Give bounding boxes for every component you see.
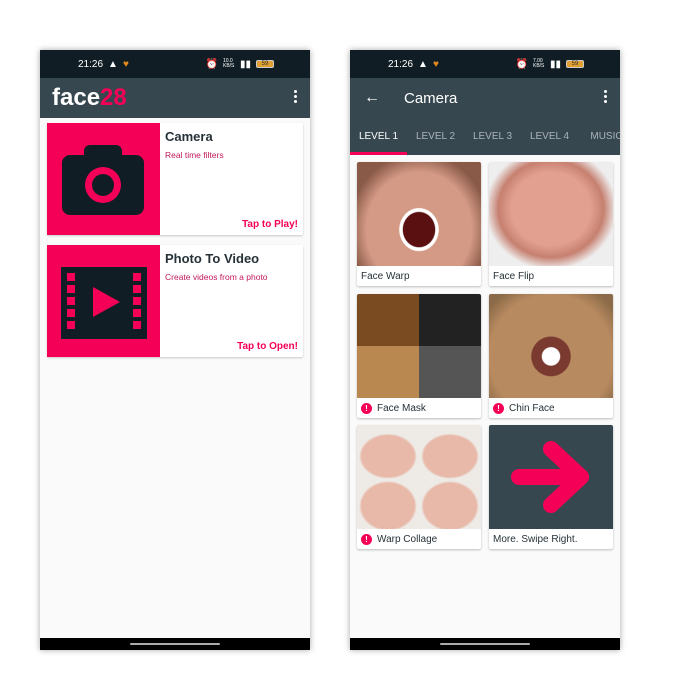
network-speed: 10.0 KB/S — [222, 58, 235, 69]
alarm-icon: ⏰ — [205, 58, 218, 70]
battery-icon: 59 — [566, 60, 584, 68]
signal-icon: ▮▮ — [549, 58, 561, 70]
tile-label: Face Mask — [377, 402, 426, 414]
new-badge-icon: ! — [361, 533, 372, 545]
person-icon: ▲ — [108, 58, 118, 70]
app-bar: ← Camera — [350, 78, 620, 118]
level-tabs: LEVEL 1 LEVEL 2 LEVEL 3 LEVEL 4 MUSIC — [350, 118, 620, 155]
back-arrow-icon[interactable]: ← — [364, 89, 380, 107]
tap-to-play-button[interactable]: Tap to Play! — [242, 219, 298, 230]
clock: 21:26 — [78, 58, 104, 70]
home-screen: 21:26 ▲ ♥ ⏰ 10.0 KB/S ▮▮ 59 face28 Camera Rea… — [40, 50, 310, 650]
card-title: Camera — [165, 129, 213, 144]
tab-level-1[interactable]: LEVEL 1 — [350, 131, 407, 142]
face-flip-thumbnail — [489, 162, 613, 266]
camera-screen: 21:26 ▲ ♥ ⏰ 7.00 KB/S ▮▮ 59 ← Camera LEVEL 1 … — [350, 50, 620, 650]
arrow-right-icon — [489, 425, 613, 529]
tab-music[interactable]: MUSIC — [578, 131, 620, 142]
face-mask-thumbnail — [357, 294, 481, 398]
alarm-icon: ⏰ — [515, 58, 528, 70]
heart-icon: ♥ — [432, 58, 439, 70]
app-bar: face28 — [40, 78, 310, 118]
network-speed: 7.00 KB/S — [532, 58, 545, 69]
page-title: Camera — [404, 89, 458, 107]
status-bar: 21:26 ▲ ♥ ⏰ 10.0 KB/S ▮▮ 59 — [40, 50, 310, 78]
filter-warp-collage[interactable]: ! Warp Collage — [357, 425, 481, 549]
heart-icon: ♥ — [122, 58, 129, 70]
signal-icon: ▮▮ — [239, 58, 251, 70]
tile-label: More. Swipe Right. — [493, 533, 578, 545]
clock: 21:26 — [388, 58, 414, 70]
person-icon: ▲ — [418, 58, 428, 70]
battery-icon: 59 — [256, 60, 274, 68]
tab-indicator — [350, 152, 407, 155]
filter-face-mask[interactable]: ! Face Mask — [357, 294, 481, 418]
tile-label: Face Warp — [361, 270, 410, 282]
overflow-menu-icon[interactable] — [294, 90, 298, 103]
tile-label: Chin Face — [509, 402, 555, 414]
filter-face-flip[interactable]: Face Flip — [489, 162, 613, 286]
camera-icon — [47, 123, 160, 235]
app-logo: face28 — [52, 84, 127, 111]
new-badge-icon: ! — [361, 402, 372, 414]
new-badge-icon: ! — [493, 402, 504, 414]
card-subtitle: Create videos from a photo — [165, 272, 268, 282]
face-warp-thumbnail — [357, 162, 481, 266]
status-bar: 21:26 ▲ ♥ ⏰ 7.00 KB/S ▮▮ 59 — [350, 50, 620, 78]
tap-to-open-button[interactable]: Tap to Open! — [237, 341, 298, 352]
camera-card[interactable]: Camera Real time filters Tap to Play! — [47, 123, 303, 235]
warp-collage-thumbnail — [357, 425, 481, 529]
filter-face-warp[interactable]: Face Warp — [357, 162, 481, 286]
gesture-bar[interactable] — [350, 638, 620, 650]
overflow-menu-icon[interactable] — [604, 90, 608, 103]
tab-level-4[interactable]: LEVEL 4 — [521, 131, 578, 142]
more-swipe-right-tile[interactable]: More. Swipe Right. — [489, 425, 613, 549]
gesture-bar[interactable] — [40, 638, 310, 650]
film-play-icon — [47, 245, 160, 357]
filter-chin-face[interactable]: ! Chin Face — [489, 294, 613, 418]
tab-level-2[interactable]: LEVEL 2 — [407, 131, 464, 142]
photo-to-video-card[interactable]: Photo To Video Create videos from a phot… — [47, 245, 303, 357]
card-title: Photo To Video — [165, 251, 260, 266]
card-subtitle: Real time filters — [165, 150, 224, 160]
chin-face-thumbnail — [489, 294, 613, 398]
tab-level-3[interactable]: LEVEL 3 — [464, 131, 521, 142]
tile-label: Warp Collage — [377, 533, 438, 545]
tile-label: Face Flip — [493, 270, 535, 282]
